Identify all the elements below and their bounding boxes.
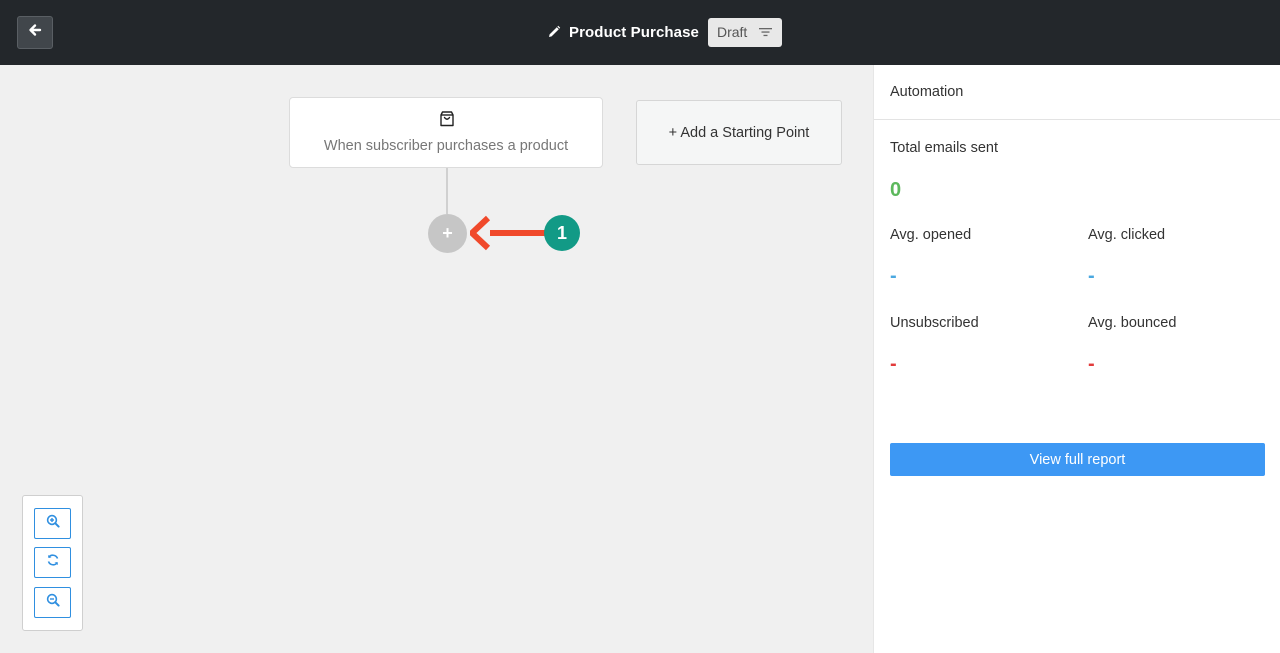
view-full-report-button[interactable]: View full report (890, 443, 1265, 476)
zoom-out-icon (46, 593, 60, 612)
add-starting-point-button[interactable]: + Add a Starting Point (636, 100, 842, 165)
pencil-icon[interactable] (547, 25, 561, 39)
zoom-in-icon (46, 514, 60, 533)
connector-line (446, 168, 448, 214)
status-dropdown[interactable]: Draft (707, 17, 783, 47)
zoom-controls (22, 495, 83, 631)
step-number-badge: 1 (544, 215, 580, 251)
filter-lines-icon (759, 27, 773, 37)
avg-clicked-label: Avg. clicked (1088, 227, 1166, 243)
total-emails-label: Total emails sent (890, 140, 998, 156)
reset-refresh-icon (46, 553, 60, 572)
avg-bounced-value: - (1088, 353, 1095, 375)
unsubscribed-label: Unsubscribed (890, 315, 979, 331)
automation-title[interactable]: Product Purchase (569, 24, 699, 41)
status-label: Draft (716, 24, 748, 40)
automation-stats-panel: Automation Total emails sent 0 Avg. open… (873, 65, 1280, 653)
reset-zoom-button[interactable] (34, 547, 71, 578)
trigger-card[interactable]: When subscriber purchases a product (289, 97, 603, 168)
arrow-left-icon (28, 23, 42, 42)
annotation-arrow (470, 215, 546, 251)
avg-opened-value: - (890, 265, 897, 287)
shopping-bag-icon (438, 110, 456, 133)
automation-title-group: Product Purchase Draft (547, 17, 783, 47)
workflow-canvas[interactable]: When subscriber purchases a product + Ad… (0, 65, 873, 653)
top-bar: Product Purchase Draft (0, 0, 1280, 65)
panel-title: Automation (874, 65, 1280, 120)
unsubscribed-value: - (890, 353, 897, 375)
zoom-in-button[interactable] (34, 508, 71, 539)
back-button[interactable] (17, 16, 53, 49)
add-step-button[interactable]: + (428, 214, 467, 253)
avg-clicked-value: - (1088, 265, 1095, 287)
zoom-out-button[interactable] (34, 587, 71, 618)
avg-bounced-label: Avg. bounced (1088, 315, 1177, 331)
total-emails-value: 0 (890, 179, 902, 201)
trigger-label: When subscriber purchases a product (323, 138, 569, 154)
avg-opened-label: Avg. opened (890, 227, 972, 243)
